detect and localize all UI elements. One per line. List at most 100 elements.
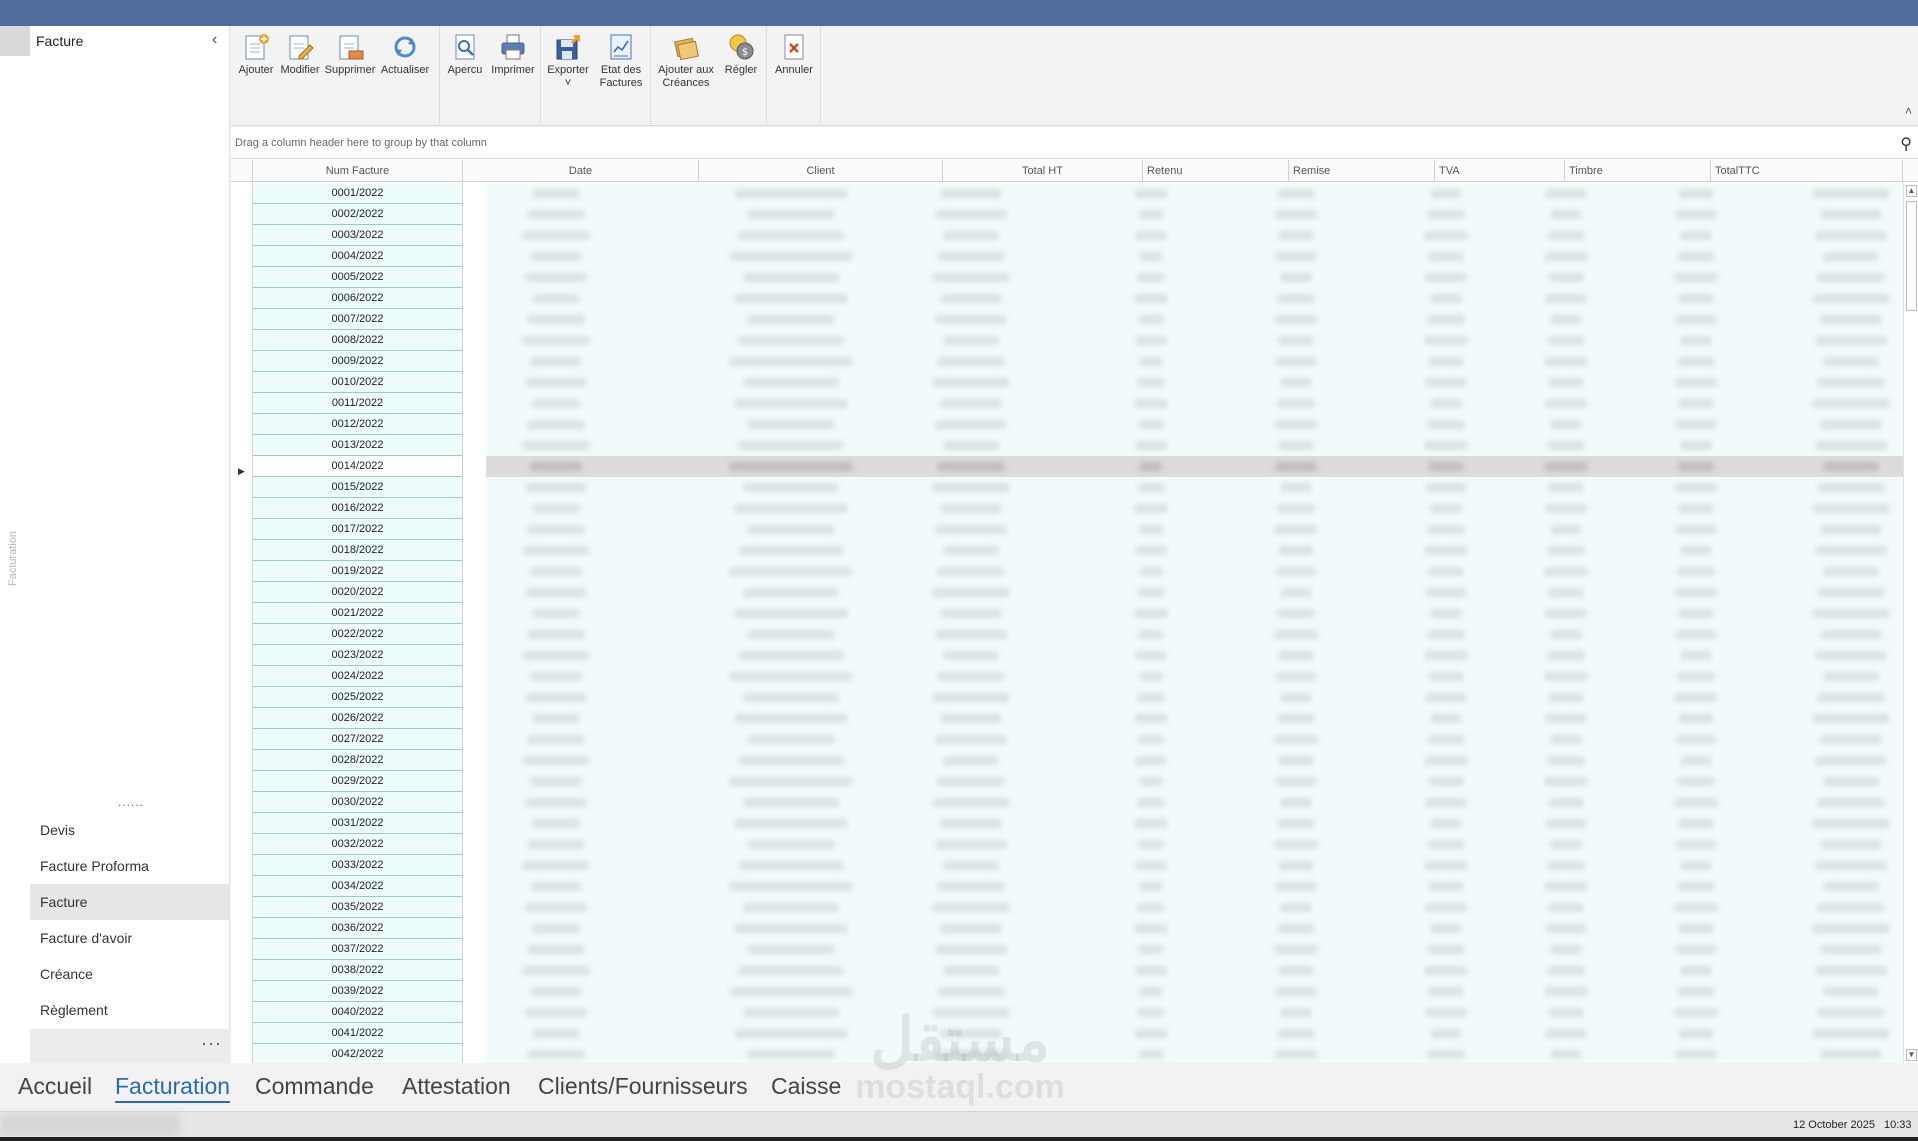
exporter-button[interactable]: Exporter ˅ bbox=[544, 32, 592, 90]
table-row[interactable] bbox=[486, 1002, 1903, 1023]
scroll-up-icon[interactable]: ▲ bbox=[1906, 185, 1917, 197]
column-header-total-ttc[interactable]: TotalTTC bbox=[1711, 160, 1903, 182]
invoice-number-cell[interactable]: 0023/2022 bbox=[253, 645, 463, 666]
ajouter-creances-button[interactable]: Ajouter aux Créances bbox=[655, 32, 717, 90]
table-row[interactable] bbox=[486, 435, 1903, 456]
more-options-icon[interactable]: ··· bbox=[201, 1033, 222, 1054]
nav-item-reglement[interactable]: Règlement bbox=[30, 992, 230, 1028]
invoice-number-cell[interactable]: 0006/2022 bbox=[253, 288, 463, 309]
modifier-button[interactable]: Modifier bbox=[278, 32, 322, 77]
invoice-number-cell[interactable]: 0016/2022 bbox=[253, 498, 463, 519]
scrollbar-thumb[interactable] bbox=[1906, 201, 1917, 311]
table-row[interactable] bbox=[486, 750, 1903, 771]
table-row[interactable] bbox=[486, 561, 1903, 582]
invoice-number-cell[interactable]: 0012/2022 bbox=[253, 414, 463, 435]
column-header-retenu[interactable]: Retenu bbox=[1143, 160, 1289, 182]
table-row[interactable] bbox=[486, 204, 1903, 225]
table-row[interactable] bbox=[486, 792, 1903, 813]
table-row[interactable] bbox=[486, 582, 1903, 603]
search-icon[interactable]: ⚲ bbox=[1900, 134, 1912, 154]
table-row[interactable] bbox=[486, 813, 1903, 834]
invoice-number-cell[interactable]: 0015/2022 bbox=[253, 477, 463, 498]
table-row[interactable] bbox=[486, 771, 1903, 792]
invoice-number-cell[interactable]: 0024/2022 bbox=[253, 666, 463, 687]
nav-item-facture-proforma[interactable]: Facture Proforma bbox=[30, 848, 230, 884]
table-row[interactable] bbox=[486, 687, 1903, 708]
table-row[interactable] bbox=[486, 393, 1903, 414]
imprimer-button[interactable]: Imprimer bbox=[489, 32, 537, 77]
table-row[interactable] bbox=[486, 624, 1903, 645]
table-row[interactable] bbox=[486, 855, 1903, 876]
invoice-number-cell[interactable]: 0039/2022 bbox=[253, 981, 463, 1002]
table-row[interactable] bbox=[486, 645, 1903, 666]
invoice-number-cell[interactable]: 0017/2022 bbox=[253, 519, 463, 540]
etat-factures-button[interactable]: Etat des Factures bbox=[596, 32, 646, 90]
invoice-number-cell[interactable]: 0008/2022 bbox=[253, 330, 463, 351]
table-row[interactable] bbox=[486, 1023, 1903, 1044]
tab-caisse[interactable]: Caisse bbox=[771, 1073, 841, 1100]
table-row[interactable] bbox=[486, 477, 1903, 498]
invoice-number-cell[interactable]: 0026/2022 bbox=[253, 708, 463, 729]
invoice-number-cell[interactable]: 0025/2022 bbox=[253, 687, 463, 708]
table-row[interactable] bbox=[486, 288, 1903, 309]
table-row[interactable] bbox=[486, 351, 1903, 372]
column-header-num-facture[interactable]: Num Facture bbox=[253, 160, 463, 182]
invoice-number-cell[interactable]: 0041/2022 bbox=[253, 1023, 463, 1044]
table-row[interactable] bbox=[486, 498, 1903, 519]
column-header-total-ht[interactable]: Total HT bbox=[943, 160, 1143, 182]
table-row[interactable] bbox=[486, 309, 1903, 330]
apercu-button[interactable]: Apercu bbox=[443, 32, 487, 77]
invoice-number-cell[interactable]: 0013/2022 bbox=[253, 435, 463, 456]
table-row[interactable] bbox=[486, 414, 1903, 435]
invoice-number-cell[interactable]: 0028/2022 bbox=[253, 750, 463, 771]
invoice-number-cell[interactable]: 0029/2022 bbox=[253, 771, 463, 792]
table-row[interactable] bbox=[486, 939, 1903, 960]
invoice-number-cell[interactable]: 0032/2022 bbox=[253, 834, 463, 855]
invoice-number-cell[interactable]: 0027/2022 bbox=[253, 729, 463, 750]
table-row[interactable] bbox=[486, 897, 1903, 918]
invoice-number-cell[interactable]: 0040/2022 bbox=[253, 1002, 463, 1023]
invoice-number-cell[interactable]: 0042/2022 bbox=[253, 1044, 463, 1063]
invoice-number-cell[interactable]: 0021/2022 bbox=[253, 603, 463, 624]
invoice-number-cell[interactable]: 0034/2022 bbox=[253, 876, 463, 897]
nav-item-facture[interactable]: Facture bbox=[30, 884, 230, 920]
table-row[interactable] bbox=[486, 267, 1903, 288]
tab-facturation[interactable]: Facturation bbox=[115, 1073, 231, 1103]
table-row[interactable] bbox=[486, 981, 1903, 1002]
invoice-number-cell[interactable]: 0037/2022 bbox=[253, 939, 463, 960]
collapse-ribbon-icon[interactable]: ˄ bbox=[1905, 104, 1912, 118]
column-header-remise[interactable]: Remise bbox=[1289, 160, 1435, 182]
nav-item-devis[interactable]: Devis bbox=[30, 812, 230, 848]
invoice-number-cell[interactable]: 0003/2022 bbox=[253, 225, 463, 246]
collapse-pane-icon[interactable]: ‹ bbox=[212, 31, 217, 49]
invoice-number-cell[interactable]: 0002/2022 bbox=[253, 204, 463, 225]
invoice-number-cell[interactable]: 0001/2022 bbox=[253, 183, 463, 204]
nav-item-creance[interactable]: Créance bbox=[30, 956, 230, 992]
column-header-client[interactable]: Client bbox=[699, 160, 943, 182]
invoice-number-cell[interactable]: 0036/2022 bbox=[253, 918, 463, 939]
table-row[interactable] bbox=[486, 729, 1903, 750]
invoice-number-cell[interactable]: 0014/2022 bbox=[253, 456, 463, 477]
table-row[interactable] bbox=[486, 666, 1903, 687]
regler-button[interactable]: $ Régler bbox=[721, 32, 761, 77]
table-row[interactable] bbox=[486, 456, 1903, 477]
actualiser-button[interactable]: Actualiser bbox=[380, 32, 430, 77]
invoice-number-cell[interactable]: 0004/2022 bbox=[253, 246, 463, 267]
vertical-scrollbar[interactable]: ▲ ▼ bbox=[1903, 183, 1918, 1063]
table-row[interactable] bbox=[486, 918, 1903, 939]
tab-attestation[interactable]: Attestation bbox=[402, 1073, 511, 1100]
table-row[interactable] bbox=[486, 834, 1903, 855]
table-row[interactable] bbox=[486, 603, 1903, 624]
table-row[interactable] bbox=[486, 540, 1903, 561]
table-row[interactable] bbox=[486, 246, 1903, 267]
invoice-number-cell[interactable]: 0020/2022 bbox=[253, 582, 463, 603]
invoice-number-cell[interactable]: 0038/2022 bbox=[253, 960, 463, 981]
exporter-dropdown-icon[interactable]: ˅ bbox=[544, 77, 592, 90]
invoice-number-cell[interactable]: 0022/2022 bbox=[253, 624, 463, 645]
invoice-number-cell[interactable]: 0005/2022 bbox=[253, 267, 463, 288]
invoice-number-cell[interactable]: 0009/2022 bbox=[253, 351, 463, 372]
invoice-number-cell[interactable]: 0011/2022 bbox=[253, 393, 463, 414]
supprimer-button[interactable]: Supprimer bbox=[324, 32, 376, 77]
table-row[interactable] bbox=[486, 708, 1903, 729]
scroll-down-icon[interactable]: ▼ bbox=[1906, 1049, 1917, 1061]
